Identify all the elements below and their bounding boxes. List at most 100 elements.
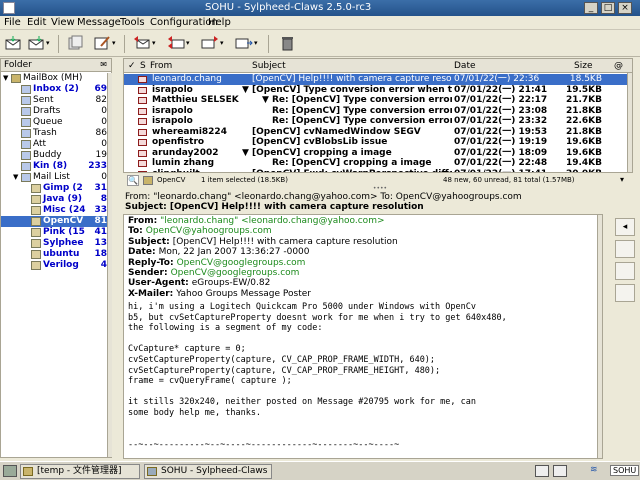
message-row[interactable]: arunday2002 ▼ [OpenCV] cropping a image 07/… [124, 148, 632, 159]
message-row[interactable]: Matthieu SELSEK ▼ Re: [OpenCV] Type conver… [124, 95, 632, 106]
column-date[interactable]: Date [454, 61, 476, 71]
unread-mail-icon [138, 170, 147, 172]
task-sylpheed[interactable]: SOHU - Sylpheed-Claws 2.5.0-rc3 [144, 464, 272, 479]
folder-item[interactable]: Queue 0 [1, 117, 111, 128]
message-summary-header: From: "leonardo.chang" <leonardo.chang@y… [125, 192, 630, 214]
text-part-icon[interactable] [615, 240, 635, 258]
folder-item[interactable]: Sylphee 13 [1, 238, 111, 249]
column-size[interactable]: Size [574, 61, 592, 71]
folder-item[interactable]: OpenCV 81 [1, 216, 111, 227]
get-all-icon[interactable] [27, 35, 45, 51]
send-dropdown-icon[interactable]: ▾ [254, 40, 260, 47]
message-view[interactable]: From: "leonardo.chang" <leonardo.chang@ya… [123, 214, 603, 459]
column-check[interactable]: ✓ [128, 61, 136, 71]
unread-mail-icon [138, 76, 147, 83]
column-subject[interactable]: Subject [252, 61, 286, 71]
menu-message[interactable]: Message [77, 17, 121, 28]
reply-dropdown-icon[interactable]: ▾ [152, 40, 158, 47]
body-line: it stills 320x240, neither posted on Mes… [128, 397, 476, 408]
expander-icon[interactable]: ▼ [3, 73, 11, 84]
network-icon[interactable]: ≋ [590, 465, 598, 475]
folder-icon [31, 261, 41, 270]
compose-dropdown-icon[interactable]: ▾ [112, 40, 118, 47]
header-value[interactable]: OpenCV@googlegroups.com [177, 258, 306, 268]
compose-icon[interactable] [93, 35, 111, 51]
folder-item[interactable]: Java (9) 8 [1, 194, 111, 205]
trash-icon[interactable] [278, 35, 296, 51]
message-row[interactable]: israpolo Re: [OpenCV] Type conversion err… [124, 105, 632, 117]
folder-item[interactable]: Kin (8) 233 [1, 161, 111, 172]
header-value[interactable]: OpenCV@yahoogroups.com [146, 226, 272, 236]
message-row[interactable]: clingbuilt[OpenCV] Fwd: cvWarpPerspectiv… [124, 169, 632, 172]
get-all-dropdown-icon[interactable]: ▾ [46, 40, 52, 47]
folder-item[interactable]: Gimp (2 31 [1, 183, 111, 194]
send-queued-icon[interactable] [66, 35, 84, 51]
show-desktop-icon[interactable] [3, 465, 17, 477]
menu-file[interactable]: File [4, 17, 21, 28]
column-from[interactable]: From [150, 61, 172, 71]
input-method-indicator[interactable]: SOHU [610, 465, 640, 476]
maximize-button[interactable]: □ [601, 2, 615, 14]
message-row[interactable]: leonardo.chang [OpenCV] Help!!!! with cam… [124, 74, 632, 85]
header-value: eGroups-EW/0.82 [191, 278, 271, 289]
folder-name: OpenCV [43, 216, 84, 226]
toggle-summary-icon[interactable]: ▾ [620, 175, 624, 184]
message-date: 07/01/22(一) 23:08 [454, 105, 548, 116]
folder-item[interactable]: Verilog 4 [1, 260, 111, 271]
task-file-manager[interactable]: [temp - 文件管理器] [20, 464, 140, 479]
message-scrollbar[interactable] [597, 215, 602, 458]
message-row[interactable]: openfistro [OpenCV] cvBlobsLib issue 07/01… [124, 137, 632, 148]
header-value[interactable]: OpenCV@googlegroups.com [171, 268, 300, 278]
folder-name: Sent [33, 95, 54, 105]
column-status[interactable]: S [140, 61, 146, 71]
folder-item[interactable]: Inbox (2) 69 [1, 84, 111, 95]
folder-item[interactable]: ▼ MailBox (MH) [1, 73, 111, 84]
message-row[interactable]: lumin zhang Re: [OpenCV] cropping a image… [124, 158, 632, 169]
menu-view[interactable]: View [51, 17, 75, 28]
message-row[interactable]: israpolo ▼ [OpenCV] Type conversion error … [124, 85, 632, 96]
folder-count: 18 [94, 249, 107, 259]
folder-item[interactable]: Pink (15 41 [1, 227, 111, 238]
menu-edit[interactable]: Edit [27, 17, 46, 28]
folder-name: Kin (8) [33, 161, 68, 171]
message-row[interactable]: whereami8224 [OpenCV] cvNamedWindow SEGV 0… [124, 127, 632, 138]
close-button[interactable]: × [618, 2, 632, 14]
folder-scrollbar[interactable] [107, 73, 112, 457]
folder-item[interactable]: Misc (24 33 [1, 205, 111, 216]
message-list-scrollbar[interactable] [627, 73, 632, 172]
reply-all-dropdown-icon[interactable]: ▾ [186, 40, 192, 47]
folder-item[interactable]: Trash 86 [1, 128, 111, 139]
reply-icon[interactable] [133, 35, 151, 51]
folder-count: 41 [94, 227, 107, 237]
column-attachment[interactable]: @ [614, 61, 623, 71]
document-icon[interactable] [615, 262, 635, 280]
left-arrow-icon[interactable]: ◂ [615, 218, 635, 236]
folder-item[interactable]: Drafts 0 [1, 106, 111, 117]
attachment-part-icon[interactable] [615, 284, 635, 302]
folder-item[interactable]: ubuntu 18 [1, 249, 111, 260]
forward-icon[interactable] [201, 35, 219, 51]
menu-tools[interactable]: Tools [120, 17, 145, 28]
forward-dropdown-icon[interactable]: ▾ [220, 40, 226, 47]
folder-item[interactable]: Buddy 19 [1, 150, 111, 161]
folder-name: ubuntu [43, 249, 80, 259]
folder-tree-header[interactable]: Folder ✉ [1, 59, 111, 72]
pane-splitter[interactable] [113, 58, 122, 458]
send-icon[interactable] [235, 35, 253, 51]
get-mail-icon[interactable] [4, 35, 22, 51]
window-menu-icon[interactable] [3, 2, 15, 14]
message-row[interactable]: israpolo Re: [OpenCV] Type conversion err… [124, 116, 632, 127]
folder-item[interactable]: Att 0 [1, 139, 111, 150]
summary-subject-line: Subject: [OpenCV] Help!!!! with camera c… [125, 202, 424, 212]
workspace-icon[interactable] [535, 465, 549, 477]
folder-item[interactable]: ▼ Mail List 0 [1, 172, 111, 183]
workspace-icon[interactable] [553, 465, 567, 477]
minimize-button[interactable]: _ [584, 2, 598, 14]
reply-all-icon[interactable] [167, 35, 185, 51]
folder-item[interactable]: Sent 82 [1, 95, 111, 106]
splitter-handle[interactable]: •••• [365, 186, 395, 192]
search-icon[interactable]: 🔍 [127, 175, 139, 186]
menu-help[interactable]: Help [208, 17, 231, 28]
header-value[interactable]: "leonardo.chang" <leonardo.chang@yahoo.c… [160, 216, 384, 226]
expander-icon[interactable]: ▼ [13, 172, 21, 183]
